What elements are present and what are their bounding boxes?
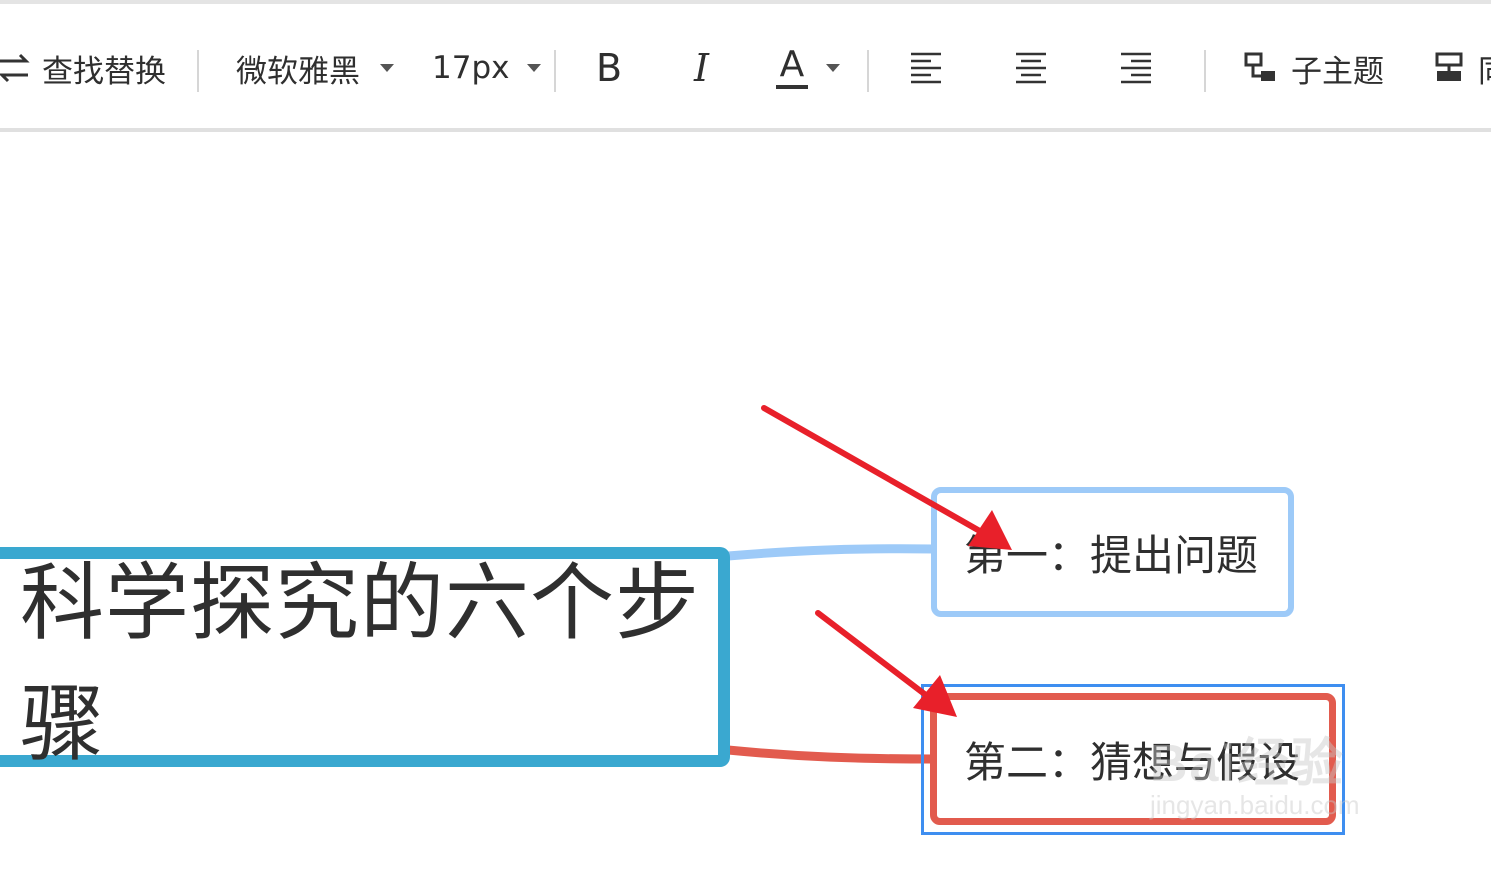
font-family-value: 微软雅黑 — [236, 53, 360, 90]
toolbar-divider — [554, 50, 556, 92]
toolbar-divider — [197, 50, 199, 92]
font-size-select[interactable]: 17px — [432, 4, 542, 132]
align-left-button[interactable] — [909, 4, 943, 132]
align-right-button[interactable] — [1119, 4, 1153, 132]
sibling-topic-label: 同 — [1478, 46, 1491, 91]
toolbar-divider — [867, 50, 869, 92]
bold-button[interactable]: B — [596, 4, 622, 132]
align-center-button[interactable] — [1014, 4, 1048, 132]
mindmap-canvas[interactable]: 科学探究的六个步骤 第一：提出问题 第二：猜想与假设 Bai经验 jingyan… — [0, 132, 1491, 871]
toolbar-divider — [1204, 50, 1206, 92]
italic-button[interactable]: I — [694, 4, 709, 132]
add-subtopic-button[interactable]: 子主题 — [1243, 4, 1384, 132]
annotation-arrow-1 — [761, 405, 1012, 550]
watermark-main: Bai经验 — [1150, 735, 1345, 793]
watermark: Bai经验 jingyan.baidu.com — [1150, 721, 1360, 821]
annotation-arrow-2 — [815, 610, 957, 717]
add-sibling-topic-button[interactable]: 同 — [1434, 4, 1491, 132]
font-family-select[interactable]: 微软雅黑 — [236, 4, 394, 132]
subtopic-icon — [1243, 51, 1277, 85]
watermark-sub: jingyan.baidu.com — [1150, 790, 1360, 820]
mindmap-editor: 查找替换 微软雅黑 17px B I A 子主题 科学探究的六个步骤 第一：提出… — [0, 0, 1491, 871]
find-replace-icon — [0, 52, 30, 84]
sibling-topic-icon — [1434, 51, 1464, 85]
font-color-icon: A — [776, 47, 808, 89]
find-replace-button[interactable]: 查找替换 — [0, 4, 166, 132]
chevron-down-icon — [527, 64, 542, 72]
font-color-swatch — [776, 85, 808, 89]
align-center-icon — [1014, 51, 1048, 85]
italic-icon: I — [694, 46, 710, 90]
chevron-down-icon — [380, 64, 394, 72]
align-left-icon — [909, 51, 943, 85]
font-size-value: 17px — [432, 50, 510, 86]
font-color-letter: A — [779, 44, 805, 85]
chevron-down-icon — [826, 64, 840, 72]
find-replace-label: 查找替换 — [42, 53, 166, 90]
bold-icon: B — [596, 46, 623, 90]
toolbar: 查找替换 微软雅黑 17px B I A 子主题 — [0, 0, 1491, 132]
font-color-button[interactable]: A — [776, 4, 840, 132]
align-right-icon — [1119, 51, 1153, 85]
subtopic-label: 子主题 — [1291, 53, 1384, 90]
